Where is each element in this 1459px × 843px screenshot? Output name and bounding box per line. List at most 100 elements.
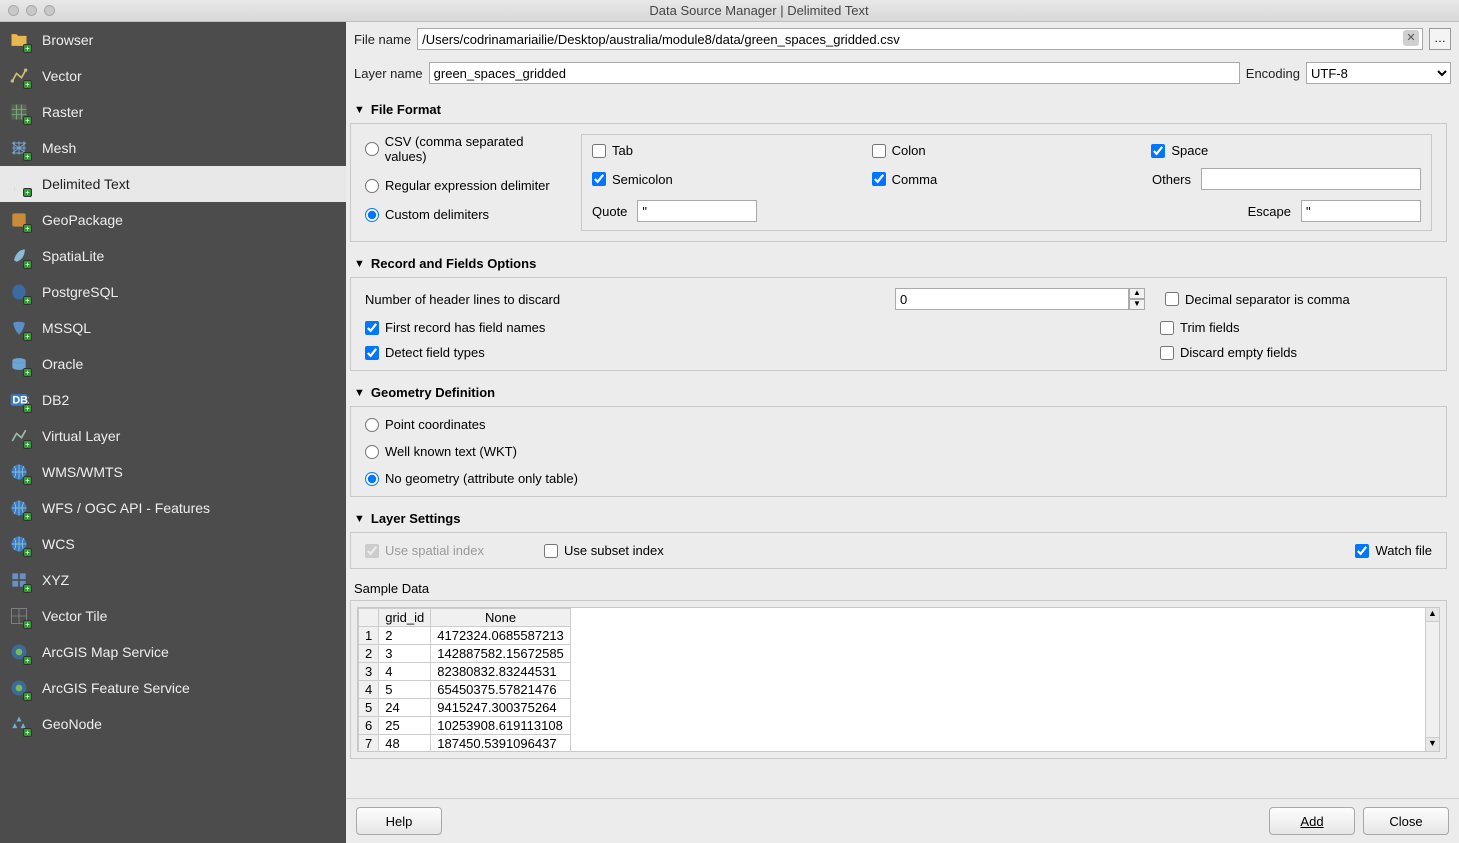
sidebar-item-browser[interactable]: +Browser — [0, 22, 346, 58]
sidebar-item-label: ArcGIS Map Service — [42, 644, 169, 660]
xyz-icon: + — [8, 569, 30, 591]
table-row[interactable]: 3482380832.83244531 — [359, 663, 571, 681]
table-row[interactable]: 5249415247.300375264 — [359, 699, 571, 717]
window-title: Data Source Manager | Delimited Text — [67, 3, 1451, 18]
table-row[interactable]: 124172324.0685587213 — [359, 627, 571, 645]
record-options-header[interactable]: ▼ Record and Fields Options — [350, 248, 1447, 277]
file-name-input[interactable] — [417, 28, 1423, 50]
sidebar-item-label: ArcGIS Feature Service — [42, 680, 190, 696]
table-row[interactable]: 4565450375.57821476 — [359, 681, 571, 699]
header-lines-label: Number of header lines to discard — [365, 292, 560, 307]
sidebar-item-wfs-ogc-api-features[interactable]: +WFS / OGC API - Features — [0, 490, 346, 526]
file-format-header[interactable]: ▼ File Format — [350, 94, 1447, 123]
sidebar-item-db2[interactable]: DB2+DB2 — [0, 382, 346, 418]
encoding-select[interactable]: UTF-8 — [1306, 62, 1451, 84]
sidebar-item-label: Delimited Text — [42, 176, 130, 192]
others-input[interactable] — [1201, 168, 1421, 190]
scrollbar-vertical[interactable]: ▲ ▼ — [1425, 608, 1439, 751]
header-lines-input[interactable] — [895, 288, 1129, 310]
spin-up-icon[interactable]: ▲ — [1129, 288, 1145, 299]
sidebar-item-virtual-layer[interactable]: +Virtual Layer — [0, 418, 346, 454]
scroll-up-icon[interactable]: ▲ — [1426, 608, 1439, 622]
minimize-icon[interactable] — [26, 5, 37, 16]
check-tab[interactable]: Tab — [592, 143, 633, 158]
sidebar-item-label: MSSQL — [42, 320, 91, 336]
sidebar: +Browser+Vector+Raster+Mesh,+Delimited T… — [0, 22, 346, 843]
close-icon[interactable] — [8, 5, 19, 16]
table-row[interactable]: 23142887582.15672585 — [359, 645, 571, 663]
radio-regex-label: Regular expression delimiter — [385, 178, 550, 193]
sidebar-item-label: SpatiaLite — [42, 248, 104, 264]
caret-down-icon: ▼ — [354, 258, 365, 270]
check-detect-types[interactable]: Detect field types — [365, 345, 485, 360]
sidebar-item-xyz[interactable]: +XYZ — [0, 562, 346, 598]
maximize-icon[interactable] — [44, 5, 55, 16]
sidebar-item-delimited-text[interactable]: ,+Delimited Text — [0, 166, 346, 202]
check-comma[interactable]: Comma — [872, 172, 938, 187]
layer-name-label: Layer name — [354, 66, 423, 81]
sidebar-item-geonode[interactable]: +GeoNode — [0, 706, 346, 742]
sidebar-item-wms-wmts[interactable]: +WMS/WMTS — [0, 454, 346, 490]
record-options-section: Number of header lines to discard ▲▼ Dec… — [350, 277, 1447, 371]
row-num: 1 — [359, 627, 379, 645]
sidebar-item-vector-tile[interactable]: +Vector Tile — [0, 598, 346, 634]
row-num: 6 — [359, 717, 379, 735]
radio-csv[interactable]: CSV (comma separated values) — [365, 134, 565, 164]
sidebar-item-arcgis-map-service[interactable]: +ArcGIS Map Service — [0, 634, 346, 670]
table-row[interactable]: 62510253908.619113108 — [359, 717, 571, 735]
table-row[interactable]: 748187450.5391096437 — [359, 735, 571, 753]
gpkg-icon: + — [8, 209, 30, 231]
sidebar-item-vector[interactable]: +Vector — [0, 58, 346, 94]
layer-name-input[interactable] — [429, 62, 1240, 84]
cell: 5 — [379, 681, 431, 699]
record-options-title: Record and Fields Options — [371, 256, 536, 271]
col-header[interactable]: grid_id — [379, 609, 431, 627]
detect-types-label: Detect field types — [385, 345, 485, 360]
layer-settings-header[interactable]: ▼ Layer Settings — [350, 503, 1447, 532]
scroll-down-icon[interactable]: ▼ — [1426, 737, 1439, 751]
check-discard-empty[interactable]: Discard empty fields — [1160, 345, 1297, 360]
cell: 48 — [379, 735, 431, 753]
browse-button[interactable]: … — [1429, 28, 1451, 50]
caret-down-icon: ▼ — [354, 104, 365, 116]
geometry-title: Geometry Definition — [371, 385, 495, 400]
sidebar-item-postgresql[interactable]: +PostgreSQL — [0, 274, 346, 310]
radio-regex[interactable]: Regular expression delimiter — [365, 178, 565, 193]
check-semicolon[interactable]: Semicolon — [592, 172, 673, 187]
radio-wkt[interactable]: Well known text (WKT) — [365, 444, 1432, 459]
sidebar-item-spatialite[interactable]: +SpatiaLite — [0, 238, 346, 274]
sidebar-item-wcs[interactable]: +WCS — [0, 526, 346, 562]
sidebar-item-mesh[interactable]: +Mesh — [0, 130, 346, 166]
sample-table-wrap[interactable]: grid_idNone124172324.0685587213231428875… — [357, 607, 1440, 752]
sidebar-item-label: Vector — [42, 68, 82, 84]
add-button[interactable]: Add — [1269, 807, 1355, 835]
quote-input[interactable] — [637, 200, 757, 222]
sidebar-item-arcgis-feature-service[interactable]: + ArcGIS Feature Service — [0, 670, 346, 706]
help-button[interactable]: Help — [356, 807, 442, 835]
spin-down-icon[interactable]: ▼ — [1129, 299, 1145, 310]
check-watch-file[interactable]: Watch file — [1355, 543, 1432, 558]
check-trim[interactable]: Trim fields — [1160, 320, 1239, 335]
check-decimal-comma[interactable]: Decimal separator is comma — [1165, 292, 1350, 307]
radio-no-geometry[interactable]: No geometry (attribute only table) — [365, 471, 1432, 486]
arcgis-icon: + — [8, 677, 30, 699]
check-colon[interactable]: Colon — [872, 143, 926, 158]
geometry-header[interactable]: ▼ Geometry Definition — [350, 377, 1447, 406]
sidebar-item-geopackage[interactable]: +GeoPackage — [0, 202, 346, 238]
sidebar-item-label: Mesh — [42, 140, 76, 156]
sidebar-item-raster[interactable]: +Raster — [0, 94, 346, 130]
escape-input[interactable] — [1301, 200, 1421, 222]
close-button[interactable]: Close — [1363, 807, 1449, 835]
col-header[interactable]: None — [431, 609, 571, 627]
clear-file-icon[interactable]: ✕ — [1403, 30, 1419, 46]
check-first-record[interactable]: First record has field names — [365, 320, 545, 335]
cell: 2 — [379, 627, 431, 645]
radio-point[interactable]: Point coordinates — [365, 417, 1432, 432]
check-subset-index[interactable]: Use subset index — [544, 543, 1295, 558]
watch-file-label: Watch file — [1375, 543, 1432, 558]
radio-custom-label: Custom delimiters — [385, 207, 489, 222]
sidebar-item-mssql[interactable]: +MSSQL — [0, 310, 346, 346]
radio-custom[interactable]: Custom delimiters — [365, 207, 565, 222]
sidebar-item-oracle[interactable]: +Oracle — [0, 346, 346, 382]
check-space[interactable]: Space — [1151, 143, 1208, 158]
